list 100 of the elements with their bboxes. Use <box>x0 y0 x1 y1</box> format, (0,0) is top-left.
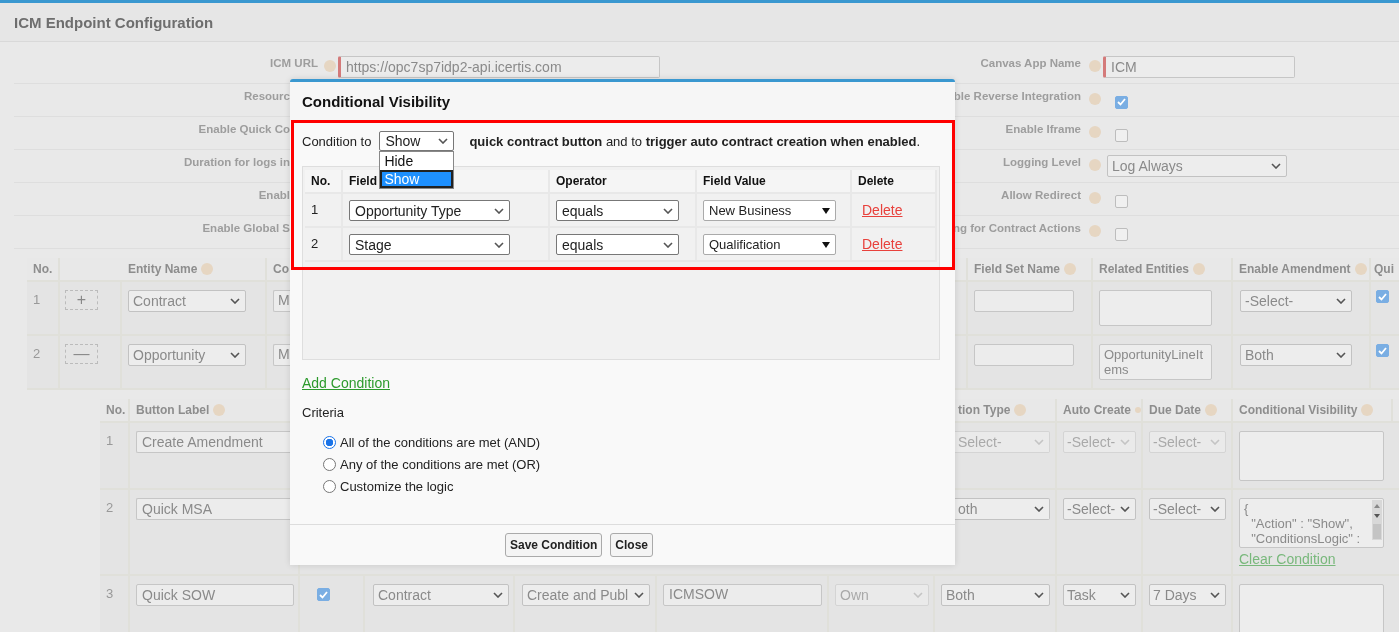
dropdown[interactable]: Contract <box>128 290 246 312</box>
dropdown[interactable]: Contract <box>373 584 509 606</box>
dropdown[interactable]: -Select- <box>1063 498 1136 520</box>
column-header: Enable Amendment <box>1239 262 1351 276</box>
column-header: Field Value <box>697 170 852 194</box>
text-field[interactable]: Quick SOW <box>136 584 294 606</box>
chevron-icon <box>1034 439 1044 445</box>
row-number: 1 <box>33 291 41 307</box>
dropdown[interactable]: Task <box>1063 584 1136 606</box>
field-label: Resourc <box>243 90 290 102</box>
row-number: 1 <box>106 432 114 448</box>
caret-icon <box>822 207 830 214</box>
dialog-button[interactable]: Close <box>610 533 654 557</box>
delete-link[interactable]: Delete <box>862 236 903 252</box>
checkbox[interactable] <box>1376 344 1389 357</box>
chevron-icon <box>438 138 449 144</box>
row-number: 2 <box>106 499 114 515</box>
text-field[interactable]: M <box>273 344 290 366</box>
checkbox[interactable] <box>1115 227 1128 241</box>
add-condition-link[interactable]: Add Condition <box>302 375 390 391</box>
text-area[interactable]: OpportunityLineItems <box>1099 344 1212 380</box>
check-icon <box>1378 346 1387 355</box>
dropdown[interactable]: Opportunity <box>128 344 246 366</box>
checkbox[interactable] <box>317 588 330 601</box>
column-header: Due Date <box>1149 403 1201 417</box>
field-label: Canvas App Name <box>980 57 1081 69</box>
text-field[interactable] <box>974 344 1074 366</box>
check-icon <box>1378 292 1387 301</box>
radio-button[interactable] <box>323 435 336 449</box>
dropdown[interactable]: Create and Publ <box>522 584 650 606</box>
chevron-icon <box>1336 352 1346 358</box>
dropdown[interactable]: Show <box>379 131 455 151</box>
chevron-icon <box>1210 439 1220 445</box>
column-header: Operator <box>550 170 697 194</box>
chevron-icon <box>1120 439 1130 445</box>
text-field[interactable]: M <box>273 290 290 312</box>
dropdown[interactable]: equals <box>556 234 679 255</box>
chevron-icon <box>493 592 503 598</box>
column-header: Delete <box>852 170 937 194</box>
caret-icon <box>822 241 830 248</box>
text-field[interactable]: ICM <box>1103 56 1295 78</box>
chevron-icon <box>1120 506 1130 512</box>
dropdown[interactable]: oth <box>955 498 1050 520</box>
dropdown[interactable]: Both <box>941 584 1050 606</box>
dropdown[interactable]: Log Always <box>1107 155 1287 177</box>
column-header: Entity Name <box>128 262 198 276</box>
text-field[interactable] <box>974 290 1074 312</box>
check-icon <box>319 590 328 599</box>
dropdown[interactable]: New Business <box>703 200 836 221</box>
chevron-icon <box>1210 506 1220 512</box>
dialog-title: Conditional Visibility <box>302 92 451 110</box>
column-header: No. <box>305 170 343 194</box>
checkbox[interactable] <box>1115 95 1128 109</box>
text-area[interactable] <box>1099 290 1212 326</box>
chevron-icon <box>1210 592 1220 598</box>
checkbox[interactable] <box>1115 194 1128 208</box>
toggle-button[interactable]: — <box>65 344 98 364</box>
dropdown-option[interactable]: Show <box>380 170 454 188</box>
column-header: Auto Create <box>1063 403 1131 417</box>
condition-sentence: quick contract button and to trigger auto contract creation when enabled. <box>469 133 921 149</box>
field-label: Duration for logs in <box>183 156 290 168</box>
field-label: Enable Iframe <box>1005 123 1081 135</box>
dropdown-option[interactable]: Hide <box>380 152 454 170</box>
delete-link[interactable]: Delete <box>862 202 903 218</box>
clear-condition-link[interactable]: Clear Condition <box>1239 551 1393 567</box>
radio-label: All of the conditions are met (AND) <box>340 434 541 450</box>
text-field[interactable]: Quick MSA <box>136 498 290 520</box>
checkbox[interactable] <box>1115 128 1128 142</box>
text-field[interactable]: ICMSOW <box>663 584 822 606</box>
toggle-button[interactable]: + <box>65 290 98 310</box>
text-field[interactable]: https://opc7sp7idp2-api.icertis.com <box>338 56 660 78</box>
dropdown[interactable]: Qualification <box>703 234 836 255</box>
dropdown[interactable]: 7 Days <box>1149 584 1226 606</box>
dropdown[interactable]: -Select- <box>1149 498 1226 520</box>
chevron-icon <box>663 207 673 214</box>
dropdown[interactable]: Opportunity Type <box>349 200 510 221</box>
radio-button[interactable] <box>323 457 336 471</box>
chevron-icon <box>494 207 504 214</box>
check-icon <box>1117 98 1126 106</box>
dropdown[interactable]: -Select- <box>1240 290 1352 312</box>
chevron-icon <box>1120 592 1130 598</box>
text-area[interactable]: { "Action" : "Show", "ConditionsLogic" : <box>1239 498 1384 548</box>
dropdown[interactable]: Stage <box>349 234 510 255</box>
chevron-icon <box>230 298 240 304</box>
text-area[interactable] <box>1239 584 1384 632</box>
field-label: Enable Global S <box>202 222 290 234</box>
text-area[interactable] <box>1239 431 1384 481</box>
field-label: Logging Level <box>1003 156 1081 168</box>
dropdown[interactable]: Both <box>1240 344 1352 366</box>
chevron-icon <box>913 592 923 598</box>
chevron-icon <box>494 241 504 248</box>
radio-button[interactable] <box>323 479 336 493</box>
radio-label: Any of the conditions are met (OR) <box>340 456 541 472</box>
field-label: Enable Quick Co <box>198 123 290 135</box>
dialog-button[interactable]: Save Condition <box>505 533 603 557</box>
dropdown[interactable]: equals <box>556 200 679 221</box>
checkbox[interactable] <box>1376 290 1389 303</box>
text-field[interactable]: Create Amendment <box>136 431 290 453</box>
row-number: 2 <box>311 236 319 251</box>
field-label: ICM URL <box>270 57 318 69</box>
